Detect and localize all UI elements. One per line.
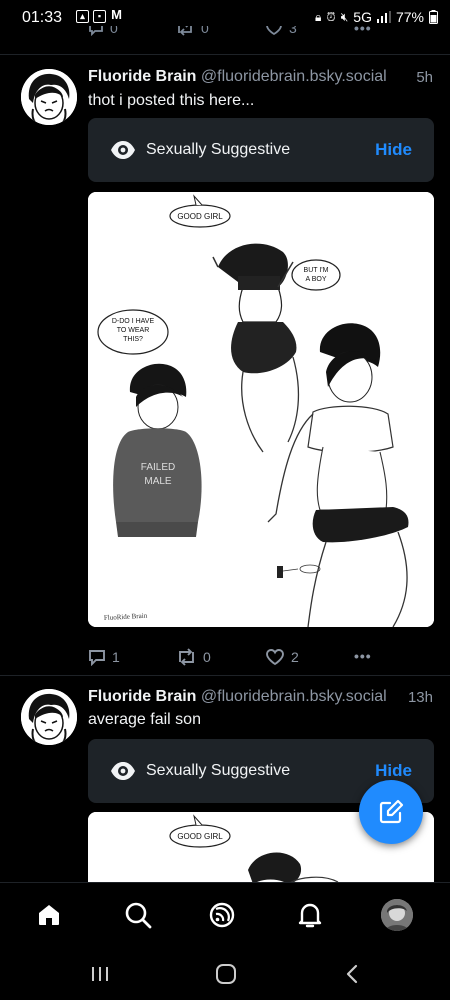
author-name[interactable]: Fluoride Brain: [88, 688, 196, 705]
nav-feeds[interactable]: [204, 897, 240, 933]
reply-icon: [89, 26, 103, 36]
repost-icon: [179, 648, 194, 666]
content-warning: Sexually Suggestive Hide: [88, 118, 434, 182]
post-text: thot i posted this here...: [88, 92, 255, 109]
mute-icon: 🔇︎: [340, 9, 349, 24]
author-avatar[interactable]: [21, 69, 77, 125]
svg-text:BUT I'M: BUT I'M: [304, 267, 329, 274]
author-avatar[interactable]: [21, 689, 77, 745]
gmail-notification-icon: M: [111, 7, 122, 22]
post-header: Fluoride Brain @fluoridebrain.bsky.socia…: [88, 688, 388, 706]
post[interactable]: Fluoride Brain @fluoridebrain.bsky.socia…: [0, 676, 450, 882]
network-label: 5G: [353, 9, 372, 25]
bubble-good-girl: GOOD GIRL: [177, 212, 223, 221]
like-count: 3: [289, 26, 297, 36]
more-button[interactable]: •••: [354, 648, 372, 664]
repost-count: 0: [203, 649, 211, 665]
repost-count: 0: [201, 26, 209, 36]
bubble-good-girl: GOOD GIRL: [177, 832, 223, 841]
hide-button[interactable]: Hide: [375, 761, 412, 781]
reply-button[interactable]: 1: [88, 648, 120, 666]
heart-icon: [266, 26, 282, 36]
home-icon: [39, 905, 59, 925]
compose-icon: [379, 799, 404, 824]
battery-icon: [429, 10, 438, 24]
battery-percent: 77%: [395, 9, 424, 25]
compose-button[interactable]: [359, 780, 423, 844]
reply-count: 1: [112, 649, 120, 665]
home-circle-icon: [216, 964, 236, 984]
content-warning-label: Sexually Suggestive: [146, 141, 291, 158]
svg-text:THIS?: THIS?: [123, 336, 143, 343]
repost-button[interactable]: 0: [175, 648, 211, 666]
search-icon: [125, 902, 152, 929]
notification-icons: ▴ ▪ M: [76, 7, 123, 23]
status-time: 01:33: [22, 9, 63, 26]
reply-button[interactable]: 0: [88, 26, 118, 36]
post-time: 5h: [416, 69, 433, 86]
more-icon: •••: [354, 648, 372, 664]
status-right: 🔒︎ ⏰︎ 🔇︎ 5G 77%: [315, 9, 438, 25]
nav-notifications[interactable]: [292, 897, 328, 933]
back-icon: [346, 964, 358, 984]
more-icon: •••: [354, 26, 372, 36]
alarm-icon: ⏰︎: [326, 9, 336, 24]
svg-text:FAILED: FAILED: [141, 462, 175, 473]
repost-icon: [178, 26, 192, 36]
back-button[interactable]: [340, 962, 364, 986]
previous-post-actions: 0 0 3 •••: [0, 26, 450, 48]
reply-icon: [89, 650, 105, 666]
eye-icon: [111, 141, 135, 159]
lock-icon: 🔒︎: [314, 9, 322, 24]
notifications-icon: [298, 903, 322, 928]
reply-count: 0: [110, 26, 118, 36]
svg-text:A BOY: A BOY: [305, 276, 326, 283]
system-nav: [0, 944, 450, 1000]
post-image[interactable]: GOOD GIRL BUT I'M A BOY D-DO I HAVE TO W…: [88, 192, 434, 627]
signal-icon: [376, 11, 391, 23]
recents-button[interactable]: [88, 962, 112, 986]
author-handle[interactable]: @fluoridebrain.bsky.social: [201, 688, 387, 705]
svg-text:MALE: MALE: [144, 476, 172, 487]
svg-text:TO WEAR: TO WEAR: [117, 327, 150, 334]
heart-icon: [266, 649, 284, 666]
gallery-notification-icon: ▴: [76, 10, 89, 23]
recents-icon: [92, 967, 108, 981]
content-warning-label: Sexually Suggestive: [146, 762, 291, 779]
nav-search[interactable]: [120, 897, 156, 933]
home-button[interactable]: [214, 962, 238, 986]
post-header: Fluoride Brain @fluoridebrain.bsky.socia…: [88, 68, 388, 86]
like-count: 2: [291, 649, 299, 665]
eye-icon: [111, 762, 135, 780]
more-button[interactable]: •••: [354, 26, 372, 36]
nav-home[interactable]: [31, 897, 67, 933]
feeds-icon: [209, 902, 235, 928]
hide-button[interactable]: Hide: [375, 140, 412, 160]
profile-avatar: [381, 899, 413, 931]
bottom-nav: [0, 882, 450, 945]
post-time: 13h: [407, 689, 433, 706]
like-button[interactable]: 3: [265, 26, 297, 36]
app-notification-icon: ▪: [93, 10, 106, 23]
post[interactable]: Fluoride Brain @fluoridebrain.bsky.socia…: [0, 55, 450, 675]
svg-text:D-DO I HAVE: D-DO I HAVE: [112, 318, 155, 325]
author-handle[interactable]: @fluoridebrain.bsky.social: [201, 68, 387, 85]
repost-button[interactable]: 0: [175, 26, 209, 36]
nav-profile[interactable]: [379, 897, 415, 933]
like-button[interactable]: 2: [265, 648, 299, 666]
author-name[interactable]: Fluoride Brain: [88, 68, 196, 85]
post-text: average fail son: [88, 711, 201, 728]
